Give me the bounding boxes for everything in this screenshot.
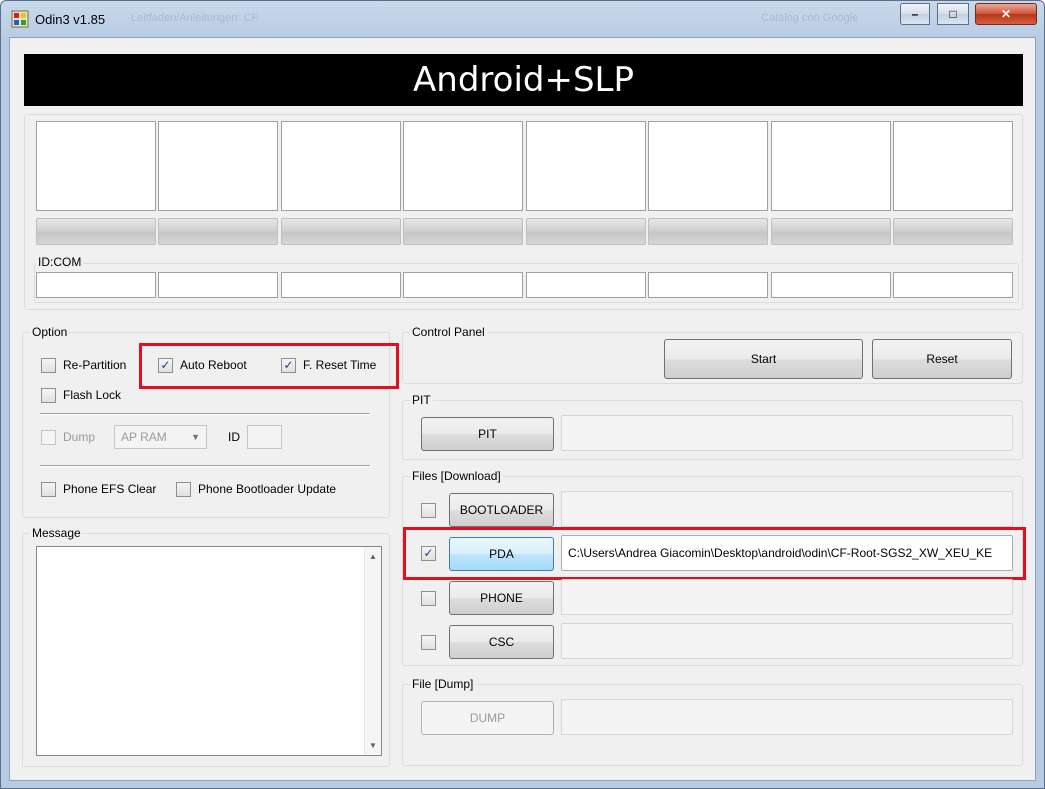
port-progress-bar (281, 218, 401, 245)
chevron-down-icon: ▼ (191, 432, 200, 442)
bootloader-checkbox[interactable] (421, 503, 436, 518)
odin-window: Odin3 v1.85 Leitfaden/Anleitungen: CF Ca… (0, 0, 1045, 789)
id-com-box (526, 272, 646, 298)
start-button[interactable]: Start (664, 339, 863, 379)
minimize-button[interactable]: – (900, 3, 930, 25)
odin-app-icon (11, 10, 29, 28)
port-progress-bar (893, 218, 1013, 245)
port-status-box (771, 121, 891, 211)
client-area: Android+SLP ID:COM Option Re-Partition ✓… (9, 37, 1036, 781)
id-com-box (403, 272, 523, 298)
port-progress-bar (526, 218, 646, 245)
bootloader-button[interactable]: BOOTLOADER (449, 493, 554, 527)
file-dump-label: File [Dump] (410, 677, 476, 691)
reset-button[interactable]: Reset (872, 339, 1012, 379)
port-status-box (36, 121, 156, 211)
id-label: ID (228, 430, 240, 444)
flash-lock-label[interactable]: Flash Lock (63, 388, 121, 402)
highlight-box-pda (403, 527, 1026, 580)
phone-efs-clear-checkbox[interactable] (41, 482, 56, 497)
bootloader-path-field[interactable] (561, 491, 1013, 527)
background-tab-text: Leitfaden/Anleitungen: CF (131, 12, 259, 24)
csc-path-field[interactable] (561, 623, 1013, 659)
port-progress-bar (158, 218, 278, 245)
port-status-box (158, 121, 278, 211)
option-label: Option (30, 325, 70, 339)
port-progress-bar (771, 218, 891, 245)
port-status-box (648, 121, 768, 211)
phone-checkbox[interactable] (421, 591, 436, 606)
id-com-label: ID:COM (36, 255, 84, 269)
control-panel-label: Control Panel (410, 325, 487, 339)
port-progress-bar (36, 218, 156, 245)
maximize-icon: □ (949, 7, 957, 21)
port-status-box (893, 121, 1013, 211)
maximize-button[interactable]: □ (937, 3, 969, 25)
re-partition-label[interactable]: Re-Partition (63, 358, 126, 372)
id-com-box (158, 272, 278, 298)
message-label: Message (30, 526, 83, 540)
phone-bootloader-update-checkbox[interactable] (176, 482, 191, 497)
id-com-box (648, 272, 768, 298)
option-separator (40, 465, 370, 467)
model-banner: Android+SLP (24, 54, 1023, 106)
id-com-box (281, 272, 401, 298)
phone-bootloader-update-label[interactable]: Phone Bootloader Update (198, 482, 336, 496)
option-separator (40, 413, 370, 415)
pit-button[interactable]: PIT (421, 417, 554, 451)
id-com-box (771, 272, 891, 298)
csc-checkbox[interactable] (421, 635, 436, 650)
port-status-box (281, 121, 401, 211)
dump-path-field[interactable] (561, 699, 1013, 735)
message-log[interactable]: ▲ ▼ (36, 546, 382, 756)
port-progress-bar (648, 218, 768, 245)
port-status-box (403, 121, 523, 211)
port-progress-bar (403, 218, 523, 245)
background-search-text: Catalog con Google (761, 12, 859, 24)
dump-button[interactable]: DUMP (421, 701, 554, 735)
scroll-up-icon[interactable]: ▲ (369, 552, 377, 561)
phone-button[interactable]: PHONE (449, 581, 554, 615)
port-status-box (526, 121, 646, 211)
csc-button[interactable]: CSC (449, 625, 554, 659)
dump-label: Dump (63, 430, 96, 444)
window-title: Odin3 v1.85 (35, 12, 106, 27)
pit-label: PIT (410, 393, 433, 407)
id-com-box (36, 272, 156, 298)
scroll-down-icon[interactable]: ▼ (369, 741, 377, 750)
title-bar[interactable]: Odin3 v1.85 Leitfaden/Anleitungen: CF Ca… (1, 1, 1044, 35)
minimize-icon: – (911, 7, 919, 21)
pit-path-field[interactable] (561, 415, 1013, 451)
id-com-box (893, 272, 1013, 298)
files-download-label: Files [Download] (410, 469, 503, 483)
flash-lock-checkbox[interactable] (41, 388, 56, 403)
close-button[interactable]: ✕ (975, 3, 1037, 25)
dump-id-input[interactable] (247, 425, 282, 449)
phone-path-field[interactable] (561, 579, 1013, 615)
dump-target-value: AP RAM (121, 430, 167, 444)
re-partition-checkbox[interactable] (41, 358, 56, 373)
dump-target-select[interactable]: AP RAM ▼ (114, 425, 207, 449)
close-icon: ✕ (1000, 7, 1012, 21)
dump-checkbox[interactable] (41, 430, 56, 445)
message-scrollbar[interactable]: ▲ ▼ (364, 547, 381, 755)
highlight-box-options (139, 343, 399, 389)
phone-efs-clear-label[interactable]: Phone EFS Clear (63, 482, 156, 496)
